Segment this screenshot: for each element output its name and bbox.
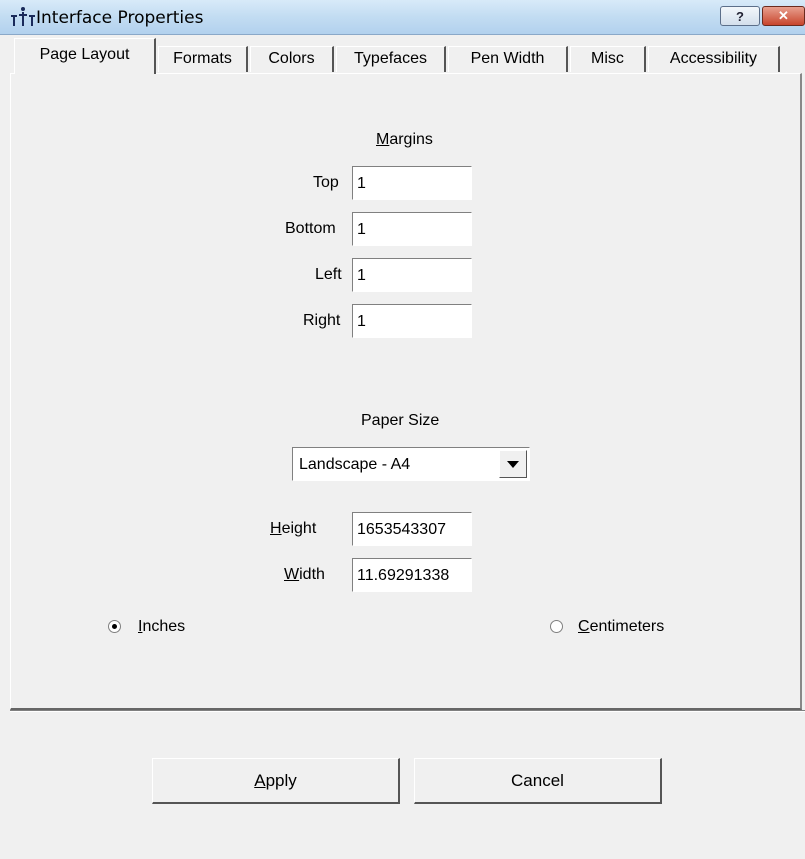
width-field[interactable]: 11.69291338: [352, 558, 472, 592]
top-label: Top: [313, 174, 339, 191]
tab-formats[interactable]: Formats: [158, 46, 248, 72]
inches-label[interactable]: Inches: [138, 618, 185, 636]
paper-size-value: Landscape - A4: [299, 456, 411, 473]
close-icon[interactable]: ✕: [762, 6, 805, 26]
margins-heading: Margins: [376, 131, 433, 148]
centimeters-label[interactable]: Centimeters: [578, 618, 664, 636]
paper-size-heading: Paper Size: [361, 412, 440, 429]
bottom-margin-field[interactable]: 1: [352, 212, 472, 246]
left-margin-field[interactable]: 1: [352, 258, 472, 292]
window-title: Interface Properties: [36, 8, 204, 28]
height-label: Height: [270, 520, 317, 537]
tab-misc[interactable]: Misc: [570, 46, 646, 72]
bottom-label: Bottom: [285, 220, 336, 237]
tab-strip: Page Layout Formats Colors Typefaces Pen…: [0, 34, 805, 74]
tab-accessibility[interactable]: Accessibility: [648, 46, 780, 72]
app-icon: [11, 7, 35, 26]
tab-page-layout[interactable]: Page Layout: [14, 38, 156, 74]
tab-colors[interactable]: Colors: [250, 46, 334, 72]
tab-pen-width[interactable]: Pen Width: [448, 46, 568, 72]
right-label: Right: [303, 312, 341, 329]
paper-size-select[interactable]: Landscape - A4: [292, 447, 530, 481]
top-margin-field[interactable]: 1: [352, 166, 472, 200]
right-margin-field[interactable]: 1: [352, 304, 472, 338]
left-label: Left: [315, 266, 342, 283]
width-label: Width: [284, 566, 325, 583]
cancel-button[interactable]: Cancel: [414, 758, 662, 804]
title-bar: Interface Properties ? ✕: [0, 0, 805, 35]
divider: [10, 710, 805, 712]
inches-radio[interactable]: [108, 620, 121, 633]
chevron-down-icon[interactable]: [499, 450, 527, 478]
height-field[interactable]: 16535433​07: [352, 512, 472, 546]
tab-typefaces[interactable]: Typefaces: [336, 46, 446, 72]
help-icon[interactable]: ?: [720, 6, 760, 26]
centimeters-radio[interactable]: [550, 620, 563, 633]
apply-button[interactable]: Apply: [152, 758, 400, 804]
